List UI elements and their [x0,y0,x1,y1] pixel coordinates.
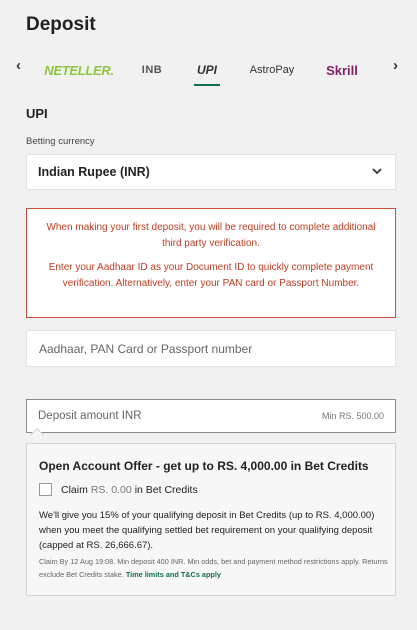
page-title: Deposit [26,14,96,35]
currency-label: Betting currency [26,136,95,147]
deposit-amount-placeholder: Deposit amount INR [38,410,142,422]
terms-link[interactable]: Time limits and T&Cs apply [126,570,221,579]
offer-description: We'll give you 15% of your qualifying de… [39,510,375,551]
offer-title: Open Account Offer - get up to RS. 4,000… [39,459,369,473]
notice-line-2: Enter your Aadhaar ID as your Document I… [48,262,374,289]
notice-line-1: When making your first deposit, you will… [46,222,376,249]
claim-checkbox[interactable] [39,483,52,496]
deposit-amount-input[interactable]: Deposit amount INR Min RS. 500.00 [26,399,396,433]
verification-notice: When making your first deposit, you will… [26,208,396,318]
offer-fine-print: Claim By 12 Aug 19:08. Min deposit 400 I… [39,555,391,581]
payment-method-carousel: ‹ NETELLER. INB UPI AstroPay Skrill › [0,52,417,86]
minimum-deposit-hint: Min RS. 500.00 [321,411,384,421]
chevron-down-icon [372,168,382,175]
method-skrill[interactable]: Skrill [323,58,361,82]
method-neteller[interactable]: NETELLER. [44,58,114,82]
offer-panel: Open Account Offer - get up to RS. 4,000… [26,443,396,596]
claim-amount: RS. 0.00 [90,483,132,496]
method-inb[interactable]: INB [137,58,167,82]
active-method-indicator [194,84,220,86]
method-upi[interactable]: UPI [190,58,224,82]
method-astropay[interactable]: AstroPay [246,58,298,82]
claim-checkbox-row[interactable]: Claim RS. 0.00 in Bet Credits [39,483,198,496]
claim-label: Claim [61,483,88,496]
chevron-right-icon[interactable]: › [393,57,398,74]
claim-suffix: in Bet Credits [134,483,198,496]
chevron-left-icon[interactable]: ‹ [16,57,21,74]
currency-value: Indian Rupee (INR) [38,165,150,179]
section-title: UPI [26,106,48,121]
document-id-input[interactable] [26,330,396,367]
currency-select[interactable]: Indian Rupee (INR) [26,154,396,190]
